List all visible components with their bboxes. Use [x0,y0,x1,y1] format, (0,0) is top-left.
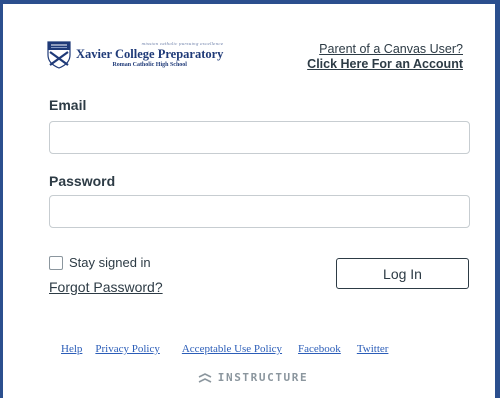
email-label: Email [49,97,87,113]
footer-link-twitter[interactable]: Twitter [357,343,389,355]
footer-link-privacy-policy[interactable]: Privacy Policy [95,343,159,355]
stay-signed-in[interactable]: Stay signed in [49,255,151,270]
footer-links: Help Privacy Policy Acceptable Use Polic… [61,343,388,355]
login-page-frame: mission catholic pursuing excellence Xav… [0,0,500,398]
forgot-password-link[interactable]: Forgot Password? [49,279,163,295]
footer-link-acceptable-use-policy[interactable]: Acceptable Use Policy [182,343,282,355]
footer-link-facebook[interactable]: Facebook [298,343,341,355]
logo-subtitle: Roman Catholic High School [112,62,187,69]
password-input[interactable] [49,195,470,228]
instructure-wordmark: INSTRUCTURE [217,371,309,384]
parent-account-link[interactable]: Parent of a Canvas User? Click Here For … [307,42,463,72]
instructure-logo-icon [198,372,212,383]
email-input[interactable] [49,121,470,154]
school-logo: mission catholic pursuing excellence Xav… [47,38,237,72]
parent-link-question[interactable]: Parent of a Canvas User? [307,42,463,57]
password-label: Password [49,173,116,189]
logo-school-name: Xavier College Preparatory [76,46,224,61]
school-crest-icon [47,41,71,69]
parent-link-action[interactable]: Click Here For an Account [307,57,463,72]
instructure-brand: INSTRUCTURE [3,371,500,384]
login-button[interactable]: Log In [336,258,469,289]
footer-link-help[interactable]: Help [61,343,82,355]
logo-tagline: mission catholic pursuing excellence [141,40,224,46]
stay-signed-in-checkbox[interactable] [49,255,63,270]
stay-signed-in-label[interactable]: Stay signed in [69,255,151,270]
